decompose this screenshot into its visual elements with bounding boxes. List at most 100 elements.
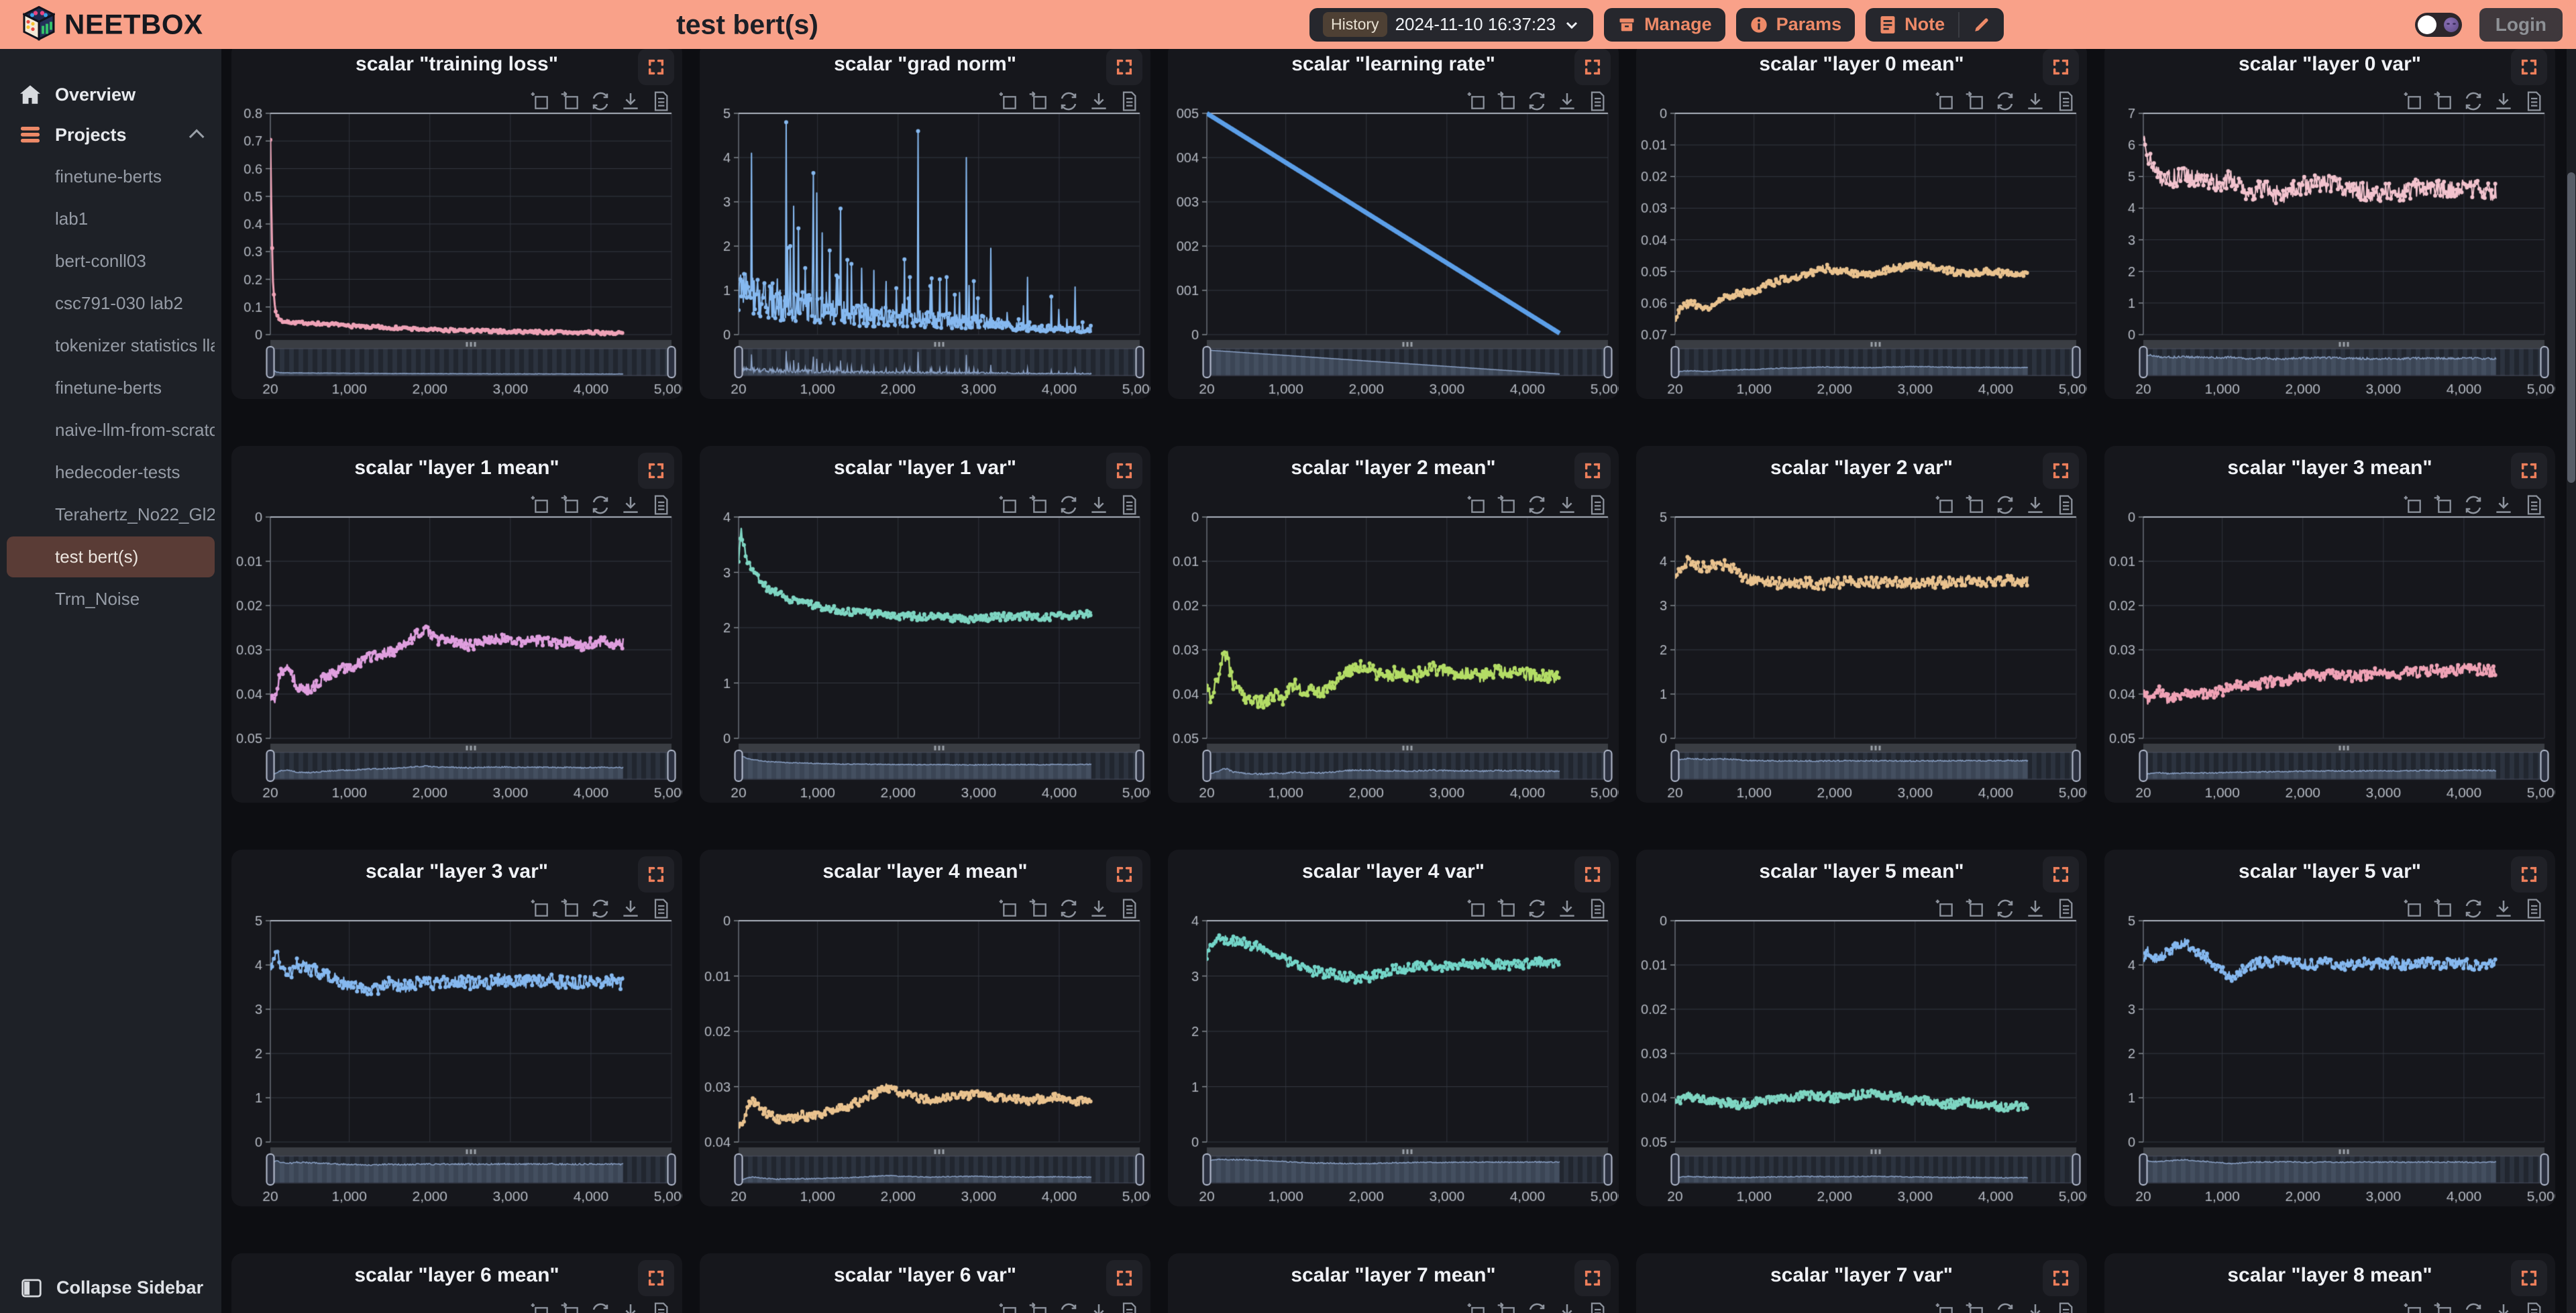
zoom-select-icon[interactable] (1934, 494, 1955, 516)
refresh-icon[interactable] (1994, 494, 2016, 516)
data-view-icon[interactable] (1587, 1302, 1608, 1313)
refresh-icon[interactable] (2463, 898, 2484, 919)
chart-plot[interactable] (700, 89, 1150, 399)
zoom-revert-icon[interactable] (1496, 91, 1517, 112)
refresh-icon[interactable] (1526, 1302, 1548, 1313)
zoom-select-icon[interactable] (998, 494, 1019, 516)
zoom-revert-icon[interactable] (1496, 1302, 1517, 1313)
zoom-select-icon[interactable] (1466, 494, 1487, 516)
expand-chart-button[interactable] (1106, 453, 1142, 489)
download-icon[interactable] (2025, 494, 2046, 516)
zoom-revert-icon[interactable] (1964, 898, 1986, 919)
zoom-revert-icon[interactable] (1496, 898, 1517, 919)
chart-plot[interactable] (2104, 493, 2555, 803)
refresh-icon[interactable] (1526, 494, 1548, 516)
chart-plot[interactable] (1168, 897, 1619, 1206)
expand-chart-button[interactable] (638, 453, 674, 489)
params-button[interactable]: Params (1736, 8, 1856, 42)
download-icon[interactable] (2025, 91, 2046, 112)
expand-chart-button[interactable] (2511, 453, 2547, 489)
download-icon[interactable] (1088, 494, 1110, 516)
zoom-revert-icon[interactable] (2432, 494, 2454, 516)
download-icon[interactable] (620, 91, 641, 112)
expand-chart-button[interactable] (1106, 49, 1142, 85)
refresh-icon[interactable] (1994, 91, 2016, 112)
refresh-icon[interactable] (1058, 494, 1079, 516)
sidebar-project-item[interactable]: lab1 (7, 198, 215, 239)
refresh-icon[interactable] (1058, 1302, 1079, 1313)
refresh-icon[interactable] (1526, 898, 1548, 919)
data-view-icon[interactable] (650, 898, 672, 919)
chart-plot[interactable] (1636, 89, 2087, 399)
zoom-revert-icon[interactable] (1964, 1302, 1986, 1313)
edit-note-button[interactable] (1960, 8, 2004, 42)
collapse-sidebar-button[interactable]: Collapse Sidebar (0, 1277, 221, 1298)
zoom-revert-icon[interactable] (1028, 91, 1049, 112)
expand-chart-button[interactable] (1574, 49, 1611, 85)
zoom-select-icon[interactable] (529, 494, 551, 516)
sidebar-project-item[interactable]: tokenizer statistics llama... (7, 325, 215, 366)
download-icon[interactable] (620, 494, 641, 516)
zoom-select-icon[interactable] (1466, 91, 1487, 112)
sidebar-item-overview[interactable]: Overview (0, 74, 221, 115)
zoom-revert-icon[interactable] (1028, 898, 1049, 919)
manage-button[interactable]: Manage (1604, 8, 1725, 42)
zoom-select-icon[interactable] (998, 898, 1019, 919)
data-view-icon[interactable] (1118, 898, 1140, 919)
download-icon[interactable] (1556, 1302, 1578, 1313)
download-icon[interactable] (2493, 1302, 2514, 1313)
zoom-revert-icon[interactable] (1496, 494, 1517, 516)
chart-plot[interactable] (2104, 897, 2555, 1206)
data-view-icon[interactable] (650, 494, 672, 516)
zoom-select-icon[interactable] (529, 1302, 551, 1313)
refresh-icon[interactable] (2463, 1302, 2484, 1313)
zoom-revert-icon[interactable] (2432, 1302, 2454, 1313)
refresh-icon[interactable] (590, 494, 611, 516)
data-view-icon[interactable] (1587, 494, 1608, 516)
zoom-revert-icon[interactable] (1028, 494, 1049, 516)
zoom-revert-icon[interactable] (1964, 494, 1986, 516)
chart-plot[interactable] (231, 89, 682, 399)
download-icon[interactable] (1088, 1302, 1110, 1313)
chart-plot[interactable] (231, 493, 682, 803)
expand-chart-button[interactable] (1106, 1260, 1142, 1296)
refresh-icon[interactable] (590, 898, 611, 919)
refresh-icon[interactable] (1058, 91, 1079, 112)
refresh-icon[interactable] (1526, 91, 1548, 112)
history-button[interactable]: History 2024-11-10 16:37:23 (1309, 8, 1593, 42)
expand-chart-button[interactable] (1574, 856, 1611, 893)
sidebar-project-item[interactable]: finetune-berts (7, 156, 215, 197)
zoom-select-icon[interactable] (998, 91, 1019, 112)
expand-chart-button[interactable] (638, 1260, 674, 1296)
zoom-select-icon[interactable] (529, 898, 551, 919)
zoom-select-icon[interactable] (2402, 898, 2424, 919)
download-icon[interactable] (2493, 91, 2514, 112)
chart-plot[interactable] (231, 897, 682, 1206)
zoom-revert-icon[interactable] (1028, 1302, 1049, 1313)
zoom-revert-icon[interactable] (559, 898, 581, 919)
data-view-icon[interactable] (2055, 494, 2076, 516)
download-icon[interactable] (1088, 91, 1110, 112)
refresh-icon[interactable] (590, 1302, 611, 1313)
refresh-icon[interactable] (2463, 494, 2484, 516)
zoom-select-icon[interactable] (1466, 898, 1487, 919)
sidebar-project-item[interactable]: csc791-030 lab2 (7, 283, 215, 324)
data-view-icon[interactable] (650, 1302, 672, 1313)
download-icon[interactable] (2493, 494, 2514, 516)
sidebar-item-projects[interactable]: Projects (0, 115, 221, 155)
data-view-icon[interactable] (1118, 494, 1140, 516)
download-icon[interactable] (1556, 91, 1578, 112)
download-icon[interactable] (2493, 898, 2514, 919)
download-icon[interactable] (2025, 898, 2046, 919)
refresh-icon[interactable] (2463, 91, 2484, 112)
sidebar-project-item[interactable]: naive-llm-from-scratch (7, 410, 215, 451)
sidebar-project-item[interactable]: hedecoder-tests (7, 452, 215, 493)
zoom-revert-icon[interactable] (2432, 91, 2454, 112)
download-icon[interactable] (1556, 494, 1578, 516)
refresh-icon[interactable] (1994, 1302, 2016, 1313)
zoom-select-icon[interactable] (1466, 1302, 1487, 1313)
vertical-scrollbar[interactable] (2567, 49, 2576, 1313)
zoom-revert-icon[interactable] (2432, 898, 2454, 919)
data-view-icon[interactable] (1118, 1302, 1140, 1313)
zoom-revert-icon[interactable] (1964, 91, 1986, 112)
